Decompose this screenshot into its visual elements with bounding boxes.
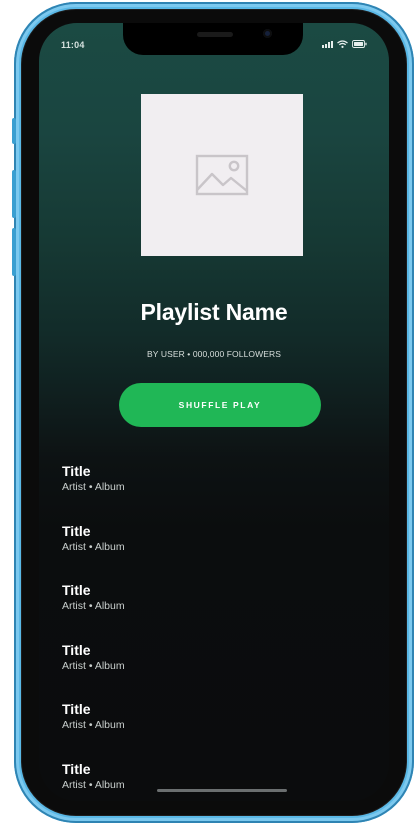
track-subtitle: Artist • Album [62, 481, 125, 493]
track-row[interactable]: Title Artist • Album [62, 523, 362, 583]
home-indicator[interactable] [157, 789, 287, 792]
track-title: Title [62, 582, 91, 599]
app-screen: 11:04 Playlist Name BY USER • 000,000 FO… [39, 23, 389, 801]
track-row[interactable]: Title Artist • Album [62, 463, 362, 523]
side-button [12, 170, 16, 218]
playlist-meta: BY USER • 000,000 FOLLOWERS [146, 349, 282, 359]
playlist-title: Playlist Name [140, 299, 288, 325]
wifi-icon [337, 40, 348, 48]
side-button [12, 228, 16, 276]
battery-icon [352, 40, 367, 48]
track-row[interactable]: Title Artist • Album [62, 761, 362, 801]
track-title: Title [62, 701, 91, 718]
speaker-grille [197, 32, 233, 37]
camera-icon [263, 29, 272, 38]
status-time: 11:04 [61, 40, 85, 50]
status-icons [322, 40, 367, 48]
track-subtitle: Artist • Album [62, 659, 125, 672]
track-row[interactable]: Title Artist • Album [62, 582, 362, 642]
track-list: Title Artist • Album Title Artist • Albu… [62, 463, 362, 801]
track-title: Title [62, 522, 91, 539]
track-row[interactable]: Title Artist • Album [62, 642, 362, 702]
track-subtitle: Artist • Album [62, 540, 125, 553]
track-title: Title [62, 641, 91, 658]
signal-icon [322, 40, 333, 48]
shuffle-play-button[interactable]: SHUFFLE PLAY [119, 383, 321, 427]
track-title: Title [62, 463, 91, 479]
device-mockup: 11:04 Playlist Name BY USER • 000,000 FO… [0, 0, 417, 826]
track-subtitle: Artist • Album [62, 719, 125, 732]
track-subtitle: Artist • Album [62, 600, 125, 613]
playlist-cover [141, 94, 303, 256]
track-row[interactable]: Title Artist • Album [62, 701, 362, 761]
image-placeholder-icon [195, 154, 249, 196]
notch [123, 23, 303, 55]
track-title: Title [62, 760, 91, 777]
side-button [12, 118, 16, 144]
